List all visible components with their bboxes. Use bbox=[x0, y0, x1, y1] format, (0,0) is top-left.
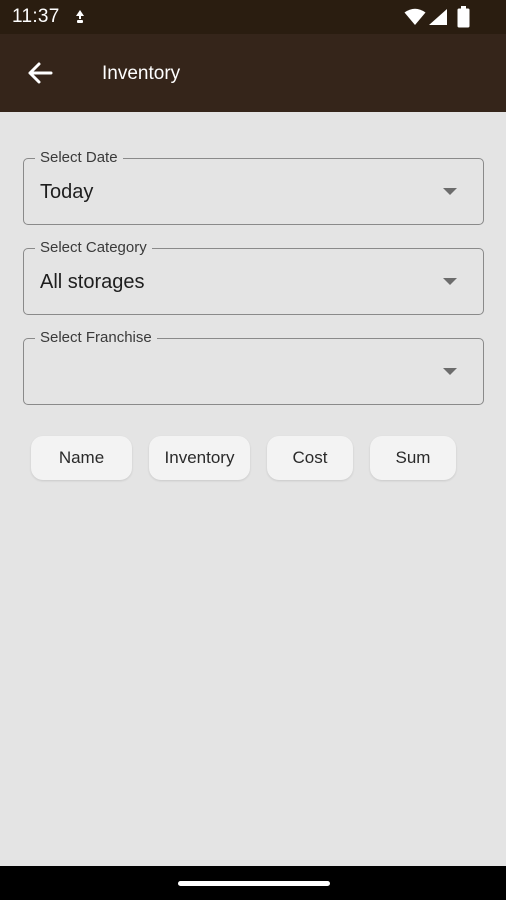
back-button[interactable] bbox=[22, 56, 58, 90]
dropdown-arrow-icon bbox=[443, 278, 457, 285]
select-franchise-label: Select Franchise bbox=[35, 328, 157, 348]
sort-cost-chip[interactable]: Cost bbox=[267, 436, 353, 480]
select-franchise-dropdown[interactable]: Select Franchise bbox=[23, 328, 484, 405]
status-bar: 11:37 bbox=[0, 0, 506, 34]
home-indicator[interactable] bbox=[178, 881, 330, 886]
signal-icon bbox=[429, 9, 447, 25]
sort-name-chip[interactable]: Name bbox=[31, 436, 132, 480]
select-date-label: Select Date bbox=[35, 148, 123, 168]
dropdown-arrow-icon bbox=[443, 188, 457, 195]
navigation-bar bbox=[0, 866, 506, 900]
select-date-dropdown[interactable]: Select Date Today bbox=[23, 148, 484, 225]
notification-icon bbox=[76, 10, 84, 23]
app-bar: Inventory bbox=[0, 34, 506, 112]
battery-icon bbox=[457, 6, 470, 28]
arrow-left-icon bbox=[28, 62, 53, 84]
select-category-value: All storages bbox=[40, 271, 145, 293]
wifi-icon bbox=[404, 8, 426, 25]
status-time: 11:37 bbox=[12, 6, 60, 27]
select-category-label: Select Category bbox=[35, 238, 152, 258]
dropdown-arrow-icon bbox=[443, 368, 457, 375]
sort-sum-chip[interactable]: Sum bbox=[370, 436, 456, 480]
select-category-dropdown[interactable]: Select Category All storages bbox=[23, 238, 484, 315]
select-date-value: Today bbox=[40, 181, 94, 203]
page-title: Inventory bbox=[102, 63, 181, 84]
sort-inventory-chip[interactable]: Inventory bbox=[149, 436, 250, 480]
